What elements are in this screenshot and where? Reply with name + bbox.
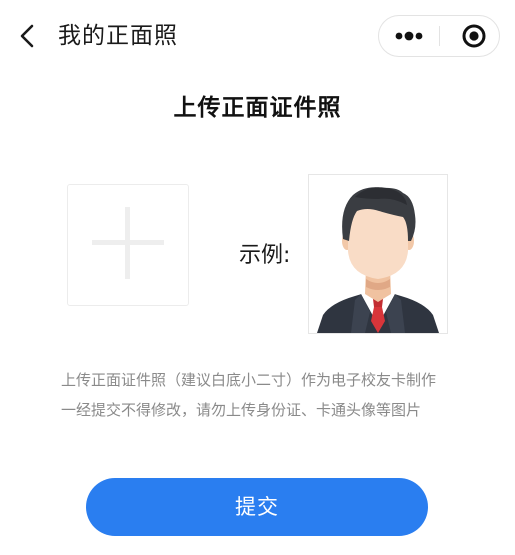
page-title: 我的正面照	[58, 23, 178, 49]
upload-heading: 上传正面证件照	[173, 95, 342, 121]
chevron-left-icon	[20, 24, 34, 48]
notice-text-line-1: 上传正面证件照（建议白底小二寸）作为电子校友卡制作	[61, 371, 437, 389]
plus-icon	[92, 207, 164, 279]
page: 我的正面照 上传正面证件照 示例: 上传正面证件照（建议白底小二寸）作为电子校友…	[0, 0, 515, 555]
example-id-photo	[308, 174, 448, 334]
notice-text-line-2: 一经提交不得修改，请勿上传身份证、卡通头像等图片	[61, 401, 422, 419]
avatar-illustration	[317, 187, 439, 333]
more-dots-icon	[395, 31, 423, 41]
upload-photo-button[interactable]	[67, 184, 189, 306]
target-close-icon	[462, 24, 486, 48]
submit-button[interactable]: 提交	[86, 478, 428, 536]
back-button[interactable]	[14, 22, 42, 50]
close-mini-program-button[interactable]	[440, 16, 500, 56]
example-label: 示例:	[239, 243, 291, 268]
more-button[interactable]	[379, 16, 439, 56]
mini-program-capsule	[378, 15, 500, 57]
